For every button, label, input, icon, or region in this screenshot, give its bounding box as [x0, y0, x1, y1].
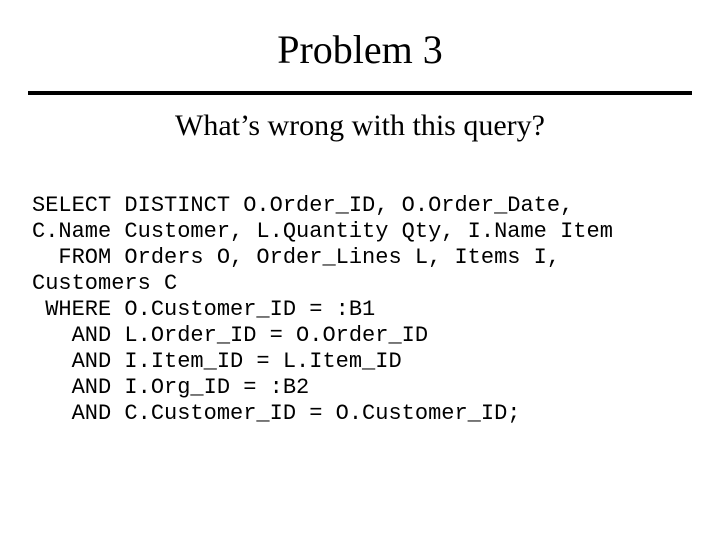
divider	[28, 91, 692, 95]
code-line: AND I.Org_ID = :B2	[32, 375, 309, 400]
code-line: AND L.Order_ID = O.Order_ID	[32, 323, 428, 348]
code-line: WHERE O.Customer_ID = :B1	[32, 297, 375, 322]
sql-code-block: SELECT DISTINCT O.Order_ID, O.Order_Date…	[28, 167, 692, 452]
code-line: SELECT DISTINCT O.Order_ID, O.Order_Date…	[32, 193, 573, 218]
code-line: Customers C	[32, 271, 177, 296]
code-line: AND C.Customer_ID = O.Customer_ID;	[32, 401, 520, 426]
slide: Problem 3 What’s wrong with this query? …	[0, 0, 720, 540]
code-line: AND I.Item_ID = L.Item_ID	[32, 349, 402, 374]
code-line: C.Name Customer, L.Quantity Qty, I.Name …	[32, 219, 613, 244]
slide-subtitle: What’s wrong with this query?	[28, 109, 692, 143]
slide-title: Problem 3	[28, 26, 692, 73]
code-line: FROM Orders O, Order_Lines L, Items I,	[32, 245, 560, 270]
